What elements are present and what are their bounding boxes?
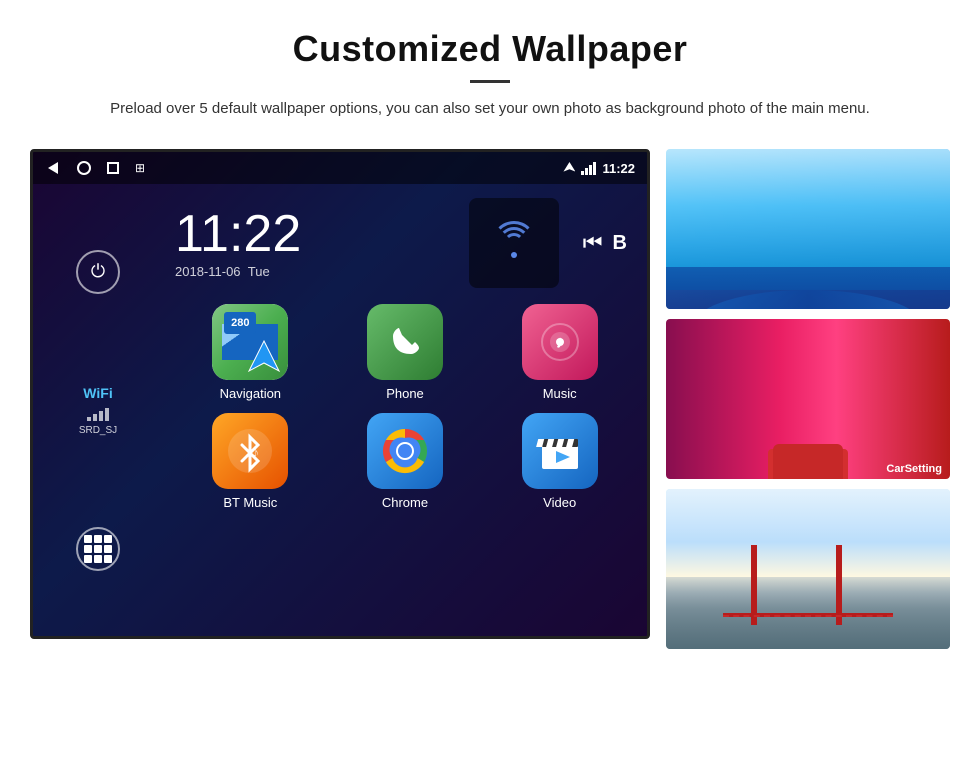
phone-label: Phone [386,386,424,401]
gps-icon [563,162,575,174]
back-icon[interactable] [45,160,61,176]
app-item-music[interactable]: ♪ Music [488,304,631,401]
svg-text:♪: ♪ [252,444,259,460]
wallpaper-ice-cave[interactable] [666,149,950,309]
video-icon [522,413,598,489]
music-svg: ♪ [536,318,584,366]
clock-widget [469,198,559,288]
chrome-label: Chrome [382,495,428,510]
wifi-label: WiFi [79,385,117,401]
wifi-ssid: SRD_SJ [79,425,117,436]
svg-text:♪: ♪ [555,332,564,352]
wallpaper-panel: CarSetting [666,149,950,649]
video-svg [534,425,586,477]
clock-date: 2018-11-06 Tue [175,264,453,279]
title-divider [470,80,510,83]
app-item-navigation[interactable]: 280 Navigation [179,304,322,401]
app-item-chrome[interactable]: Chrome [334,413,477,510]
main-content: ⊞ 11:22 ⏻ WiFi [0,139,980,649]
apps-button[interactable] [76,527,120,571]
wifi-signal-icon [581,161,596,175]
btmusic-svg: ♪ [226,427,274,475]
grid-icon [84,535,112,563]
status-time: 11:22 [602,161,635,176]
app-item-video[interactable]: Video [488,413,631,510]
screen-main: 11:22 2018-11-06 Tue ⏮ B [163,184,647,636]
page-title: Customized Wallpaper [80,28,900,70]
page-header: Customized Wallpaper Preload over 5 defa… [0,0,980,139]
phone-icon [367,304,443,380]
carsetting-label: CarSetting [886,463,942,475]
wallpaper-strip: CarSetting [666,319,950,479]
android-screen: ⊞ 11:22 ⏻ WiFi [30,149,650,639]
page-description: Preload over 5 default wallpaper options… [80,97,900,121]
status-bar: ⊞ 11:22 [33,152,647,184]
app-item-btmusic[interactable]: ♪ BT Music [179,413,322,510]
clock-area: 11:22 2018-11-06 Tue ⏮ B [163,184,647,296]
app-item-phone[interactable]: Phone [334,304,477,401]
track-label: B [613,232,627,255]
wifi-info: WiFi SRD_SJ [79,385,117,436]
btmusic-label: BT Music [223,495,277,510]
music-label: Music [543,386,577,401]
wifi-bars [79,405,117,421]
left-sidebar: ⏻ WiFi SRD_SJ [33,184,163,636]
wallpaper-golden-gate[interactable] [666,489,950,649]
status-bar-left: ⊞ [45,160,145,176]
power-button[interactable]: ⏻ [76,250,120,294]
music-icon: ♪ [522,304,598,380]
clock-time: 11:22 [175,208,453,260]
nav-arrow-icon [244,336,284,376]
clock-info: 11:22 2018-11-06 Tue [175,208,453,279]
screenshot-icon[interactable]: ⊞ [135,161,145,175]
wifi-radio-icon [489,218,539,268]
btmusic-icon: ♪ [212,413,288,489]
chrome-svg [381,427,429,475]
prev-track-icon[interactable]: ⏮ [583,230,603,256]
home-icon[interactable] [77,161,91,175]
power-icon: ⏻ [91,261,105,282]
app-grid: 280 Navigation Pho [163,296,647,518]
video-label: Video [543,495,576,510]
navigation-label: Navigation [220,386,281,401]
status-bar-right: 11:22 [563,161,635,176]
chrome-app-icon [367,413,443,489]
phone-svg [383,320,427,364]
recent-icon[interactable] [107,162,119,174]
navigation-icon: 280 [212,304,288,380]
media-controls: ⏮ B [575,230,635,256]
nav-shield: 280 [224,312,256,334]
